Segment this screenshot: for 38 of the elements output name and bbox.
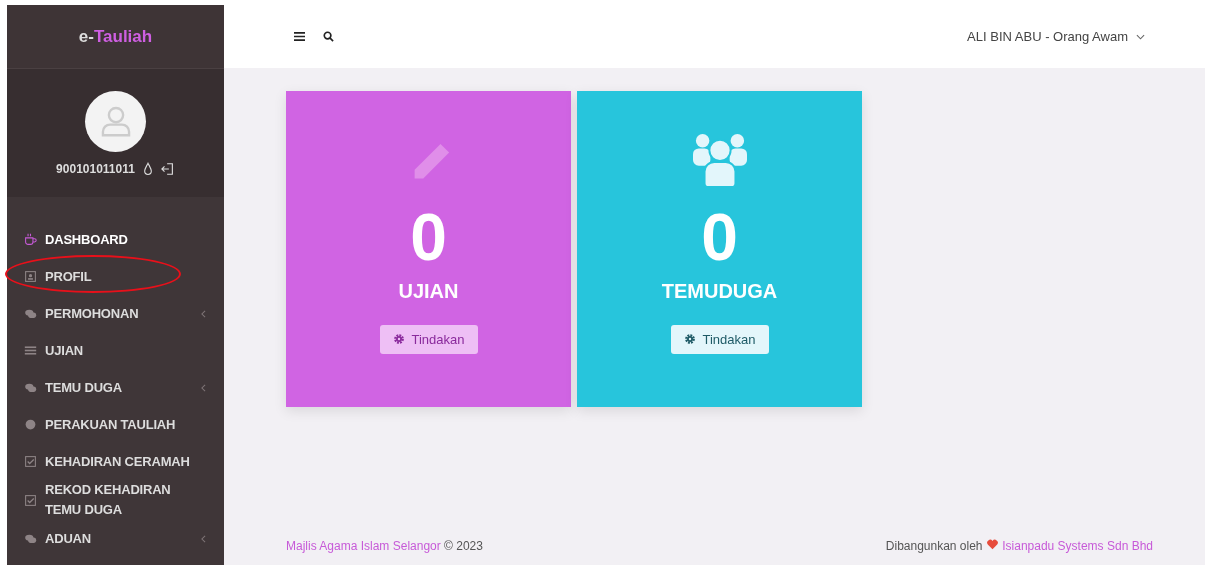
group-icon <box>690 133 749 187</box>
card-title: UJIAN <box>398 279 459 303</box>
chevron-down-icon <box>1136 33 1145 40</box>
sidebar-item[interactable]: KEHADIRAN CERAMAH <box>7 443 224 480</box>
sidebar-item[interactable]: PROFIL <box>7 258 224 295</box>
card-count: 0 <box>410 201 447 274</box>
sidebar-item[interactable]: REKOD KEHADIRAN TEMU DUGA <box>7 480 224 520</box>
drop-icon[interactable] <box>142 161 153 176</box>
gear-icon <box>683 333 696 346</box>
sidebar-item[interactable]: DASHBOARD <box>7 221 224 258</box>
id-card-icon <box>24 270 37 283</box>
action-button[interactable]: Tindakan <box>670 324 769 354</box>
sidebar-item[interactable]: ADUAN <box>7 520 224 557</box>
footer-credit: Dibangunkan oleh Isianpadu Systems Sdn Bhd <box>885 539 1153 553</box>
chat-icon <box>24 532 37 545</box>
menu-icon[interactable] <box>294 31 305 42</box>
search-icon[interactable] <box>323 31 334 42</box>
sidebar-item[interactable]: PERAKUAN TAULIAH <box>7 406 224 443</box>
heart-icon <box>985 539 999 550</box>
card-count: 0 <box>701 201 738 274</box>
badge-icon <box>24 418 37 431</box>
checkbox-icon <box>24 455 37 468</box>
logout-icon[interactable] <box>160 161 175 176</box>
chat-icon <box>24 307 37 320</box>
list-icon <box>24 344 37 357</box>
user-menu[interactable]: ALI BIN ABU - Orang Awam <box>967 29 1145 44</box>
chat-icon <box>24 381 37 394</box>
action-button[interactable]: Tindakan <box>379 324 478 354</box>
card-title: TEMUDUGA <box>661 279 778 303</box>
gear-icon <box>392 333 405 346</box>
cup-icon <box>24 233 37 246</box>
sidebar-item[interactable]: TEMU DUGA <box>7 369 224 406</box>
checkbox-icon <box>24 493 37 507</box>
sidebar-item[interactable]: UJIAN <box>7 332 224 369</box>
footer-text: Majlis Agama Islam Selangor © 2023 <box>286 539 483 553</box>
avatar <box>85 90 146 152</box>
sidebar-item[interactable]: PERMOHONAN <box>7 295 224 332</box>
user-id: 900101011011 <box>56 161 135 176</box>
